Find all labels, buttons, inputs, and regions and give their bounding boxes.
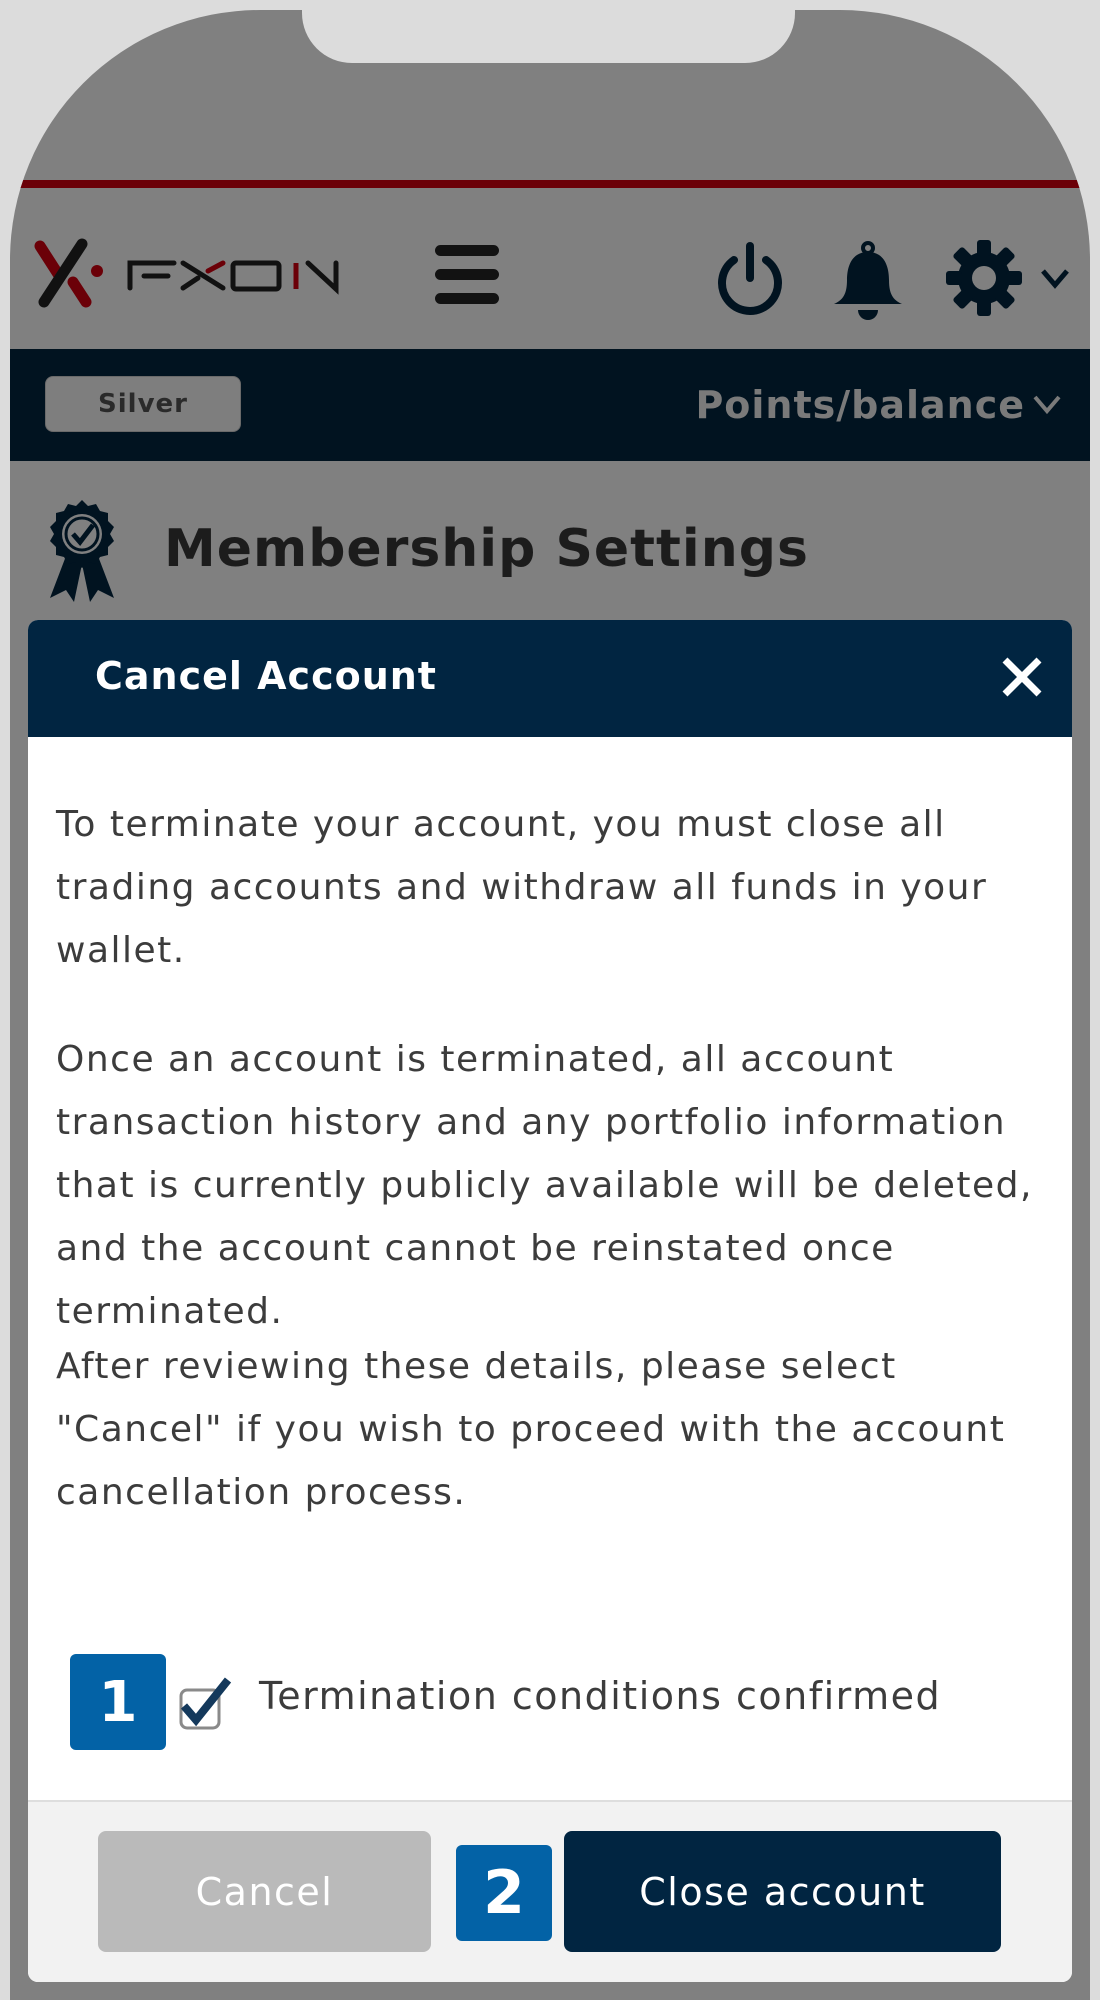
phone-frame: Silver Points/balance Membership Setting…	[10, 10, 1090, 2000]
top-navigation-bar	[10, 188, 1090, 359]
close-icon[interactable]	[1000, 655, 1044, 699]
step-annotation-2: 2	[456, 1845, 552, 1941]
page-header: Membership Settings	[10, 461, 1090, 621]
termination-requirements-text: To terminate your account, you must clos…	[56, 804, 988, 971]
dialog-header: Cancel Account	[28, 620, 1072, 737]
phone-notch	[302, 10, 795, 63]
termination-confirm-checkbox[interactable]	[178, 1676, 234, 1732]
bell-icon[interactable]	[830, 240, 906, 322]
dialog-footer: Cancel 2 Close account	[28, 1800, 1072, 1982]
points-balance-toggle[interactable]: Points/balance	[695, 377, 1025, 433]
confirm-checkbox-row: 1 Termination conditions confirmed	[28, 1654, 1072, 1754]
page-title: Membership Settings	[164, 519, 809, 579]
cancel-button[interactable]: Cancel	[98, 1831, 431, 1952]
accent-line	[10, 180, 1090, 188]
chevron-down-icon[interactable]	[1040, 266, 1070, 290]
termination-consequences-text: Once an account is terminated, all accou…	[56, 1039, 1033, 1332]
checkbox-label[interactable]: Termination conditions confirmed	[259, 1674, 941, 1718]
gear-icon[interactable]	[946, 240, 1022, 316]
dialog-title: Cancel Account	[95, 654, 437, 698]
chevron-down-icon[interactable]	[1032, 391, 1062, 417]
power-icon[interactable]	[712, 240, 788, 320]
award-ribbon-icon	[50, 500, 114, 602]
membership-tier-badge[interactable]: Silver	[45, 376, 241, 432]
cancel-account-dialog: Cancel Account To terminate your account…	[28, 620, 1072, 1982]
hamburger-menu-icon[interactable]	[435, 245, 499, 305]
step-annotation-1: 1	[70, 1654, 166, 1750]
fxon-logo[interactable]	[28, 238, 378, 308]
close-account-button[interactable]: Close account	[564, 1831, 1001, 1952]
account-status-bar: Silver Points/balance	[10, 349, 1090, 461]
termination-instructions-text: After reviewing these details, please se…	[56, 1346, 1006, 1513]
